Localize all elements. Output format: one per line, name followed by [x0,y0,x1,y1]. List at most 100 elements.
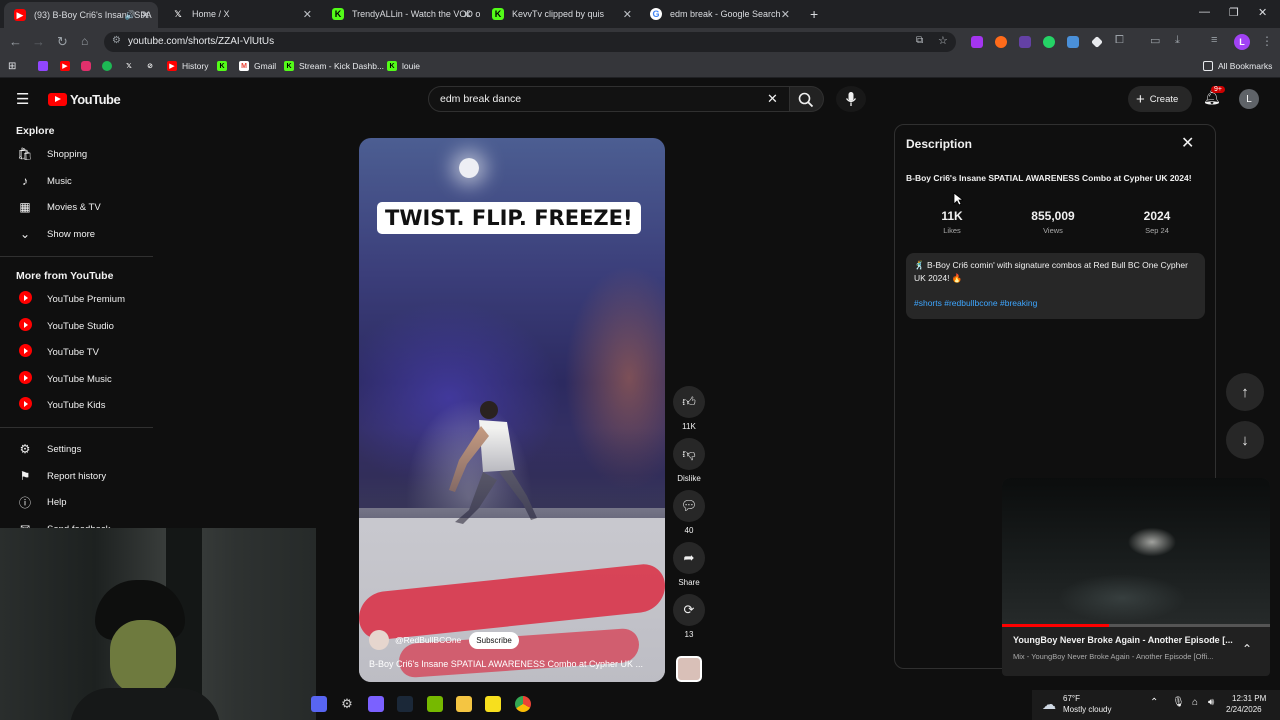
search-button[interactable] [790,86,824,112]
side-panel-icon[interactable]: ▭ [1150,34,1160,47]
mini-player-title[interactable]: YoungBoy Never Broke Again - Another Epi… [1013,635,1237,645]
tab-youtube-short[interactable]: ▶ (93) B-Boy Cri6's Insane SPA 🔊 ✕ [4,2,158,28]
notifications-button[interactable]: 🔔︎ 9+ [1203,86,1225,109]
sidebar-item-report-history[interactable]: ⚑ Report history [0,463,155,489]
close-window-icon[interactable]: ✕ [1258,6,1267,19]
sound-thumbnail[interactable] [676,656,702,682]
extension-icon[interactable] [1043,36,1055,48]
chevron-up-icon[interactable]: ⌃ [1150,697,1158,708]
sidebar-item-music-app[interactable]: YouTube Music [0,366,155,392]
sidebar-item-music[interactable]: ♪ Music [0,168,155,194]
close-tab-icon[interactable]: ✕ [623,8,632,21]
network-icon[interactable]: ⌂ [1192,697,1198,708]
back-icon[interactable]: ← [9,34,22,49]
short-video-player[interactable]: TWIST. FLIP. FREEZE! @RedBullBCOne Subsc… [359,138,665,682]
address-bar[interactable]: ⚙ youtube.com/shorts/ZZAI-VlUtUs ⧉ ☆ [104,32,956,52]
downloads-icon[interactable]: ⤓ [1175,34,1180,47]
sidebar-item-shopping[interactable]: 🛍︎ Shopping [0,141,155,167]
tab-x-home[interactable]: 𝕏 Home / X ✕ [162,0,320,28]
sidebar-item-tv[interactable]: YouTube TV [0,339,155,365]
reading-list-icon[interactable]: ≡ [1211,34,1217,46]
sidebar-item-premium[interactable]: YouTube Premium [0,286,155,312]
bookmark-gmail[interactable]: M Gmail [239,61,276,71]
search-input[interactable]: edm break dance ✕ [428,86,790,112]
extensions-puzzle-icon[interactable]: ⧠ [1115,34,1124,47]
bookmark-twitch[interactable] [38,61,53,71]
tab-kick-vod[interactable]: K TrendyALLin - Watch the VOD o ✕ [322,0,480,28]
create-button[interactable]: + Create [1128,86,1192,112]
extension-icon[interactable] [1067,36,1079,48]
close-tab-icon[interactable]: ✕ [141,9,150,22]
dislike-button[interactable]: 👎︎ Dislike [673,438,705,483]
clear-search-icon[interactable]: ✕ [767,91,778,107]
more-menu-icon[interactable]: ⋮ [1261,34,1273,48]
bookmark-spotify[interactable] [102,61,117,71]
next-short-button[interactable]: ↓ [1226,421,1264,459]
discord-icon[interactable] [311,696,327,712]
sidebar-item-kids[interactable]: YouTube Kids [0,392,155,418]
description-hashtags[interactable]: #shorts #redbullbcone #breaking [914,298,1037,308]
bookmark-youtube[interactable]: ▶ [60,61,75,71]
channel-avatar[interactable] [369,630,389,650]
bookmark-kick-dashboard[interactable]: K Stream - Kick Dashb... [284,61,384,71]
home-icon[interactable]: ⌂ [81,34,88,48]
clock-time[interactable]: 12:31 PM [1232,694,1266,703]
like-button[interactable]: 👍︎ 11K [673,386,705,431]
sidebar-item-studio[interactable]: YouTube Studio [0,313,155,339]
notes-icon[interactable] [485,696,501,712]
subscribe-button[interactable]: Subscribe [469,631,519,649]
gamepad-icon[interactable] [368,696,384,712]
sidebar-item-help[interactable]: ⓘ Help [0,489,155,515]
voice-search-button[interactable] [836,86,866,112]
bookmark-history[interactable]: ▶ History [167,61,208,71]
bookmark-star-icon[interactable]: ☆ [938,34,948,47]
close-tab-icon[interactable]: ✕ [303,8,312,21]
nvidia-icon[interactable] [427,696,443,712]
volume-icon[interactable]: 🔊︎ [1208,697,1214,708]
bookmark-instagram[interactable] [81,61,96,71]
bookmark-x[interactable]: 𝕏 [124,61,139,71]
bookmark-misc[interactable]: ⊘ [145,61,160,71]
chevron-up-icon[interactable]: ⌃ [1242,642,1252,656]
profile-avatar[interactable]: L [1234,34,1250,50]
folder-icon[interactable] [456,696,472,712]
minimize-icon[interactable]: — [1199,6,1210,18]
bookmark-louie[interactable]: Klouie [387,61,420,71]
apps-grid-icon[interactable]: ⊞ [8,61,16,72]
mini-player[interactable]: YoungBoy Never Broke Again - Another Epi… [1002,478,1270,676]
microphone-icon[interactable]: 🎙︎ [1172,697,1185,708]
install-app-icon[interactable]: ⧉ [916,35,923,46]
weather-temp[interactable]: 67°F [1063,694,1080,703]
restore-icon[interactable]: ❐ [1229,6,1239,19]
settings-icon[interactable]: ⚙ [339,696,355,712]
account-avatar[interactable]: L [1239,89,1259,109]
chrome-icon[interactable] [515,696,531,712]
tab-kick-clip[interactable]: K KevvTv clipped by quis ✕ [482,0,640,28]
speaker-icon[interactable]: 🔊 [125,10,136,21]
steam-icon[interactable] [397,696,413,712]
short-title[interactable]: B-Boy Cri6's Insane SPATIAL AWARENESS Co… [369,659,649,669]
mini-player-video[interactable] [1002,478,1270,626]
previous-short-button[interactable]: ↑ [1226,373,1264,411]
all-bookmarks-button[interactable]: All Bookmarks [1203,61,1272,71]
tab-google-search[interactable]: G edm break - Google Search ✕ [640,0,798,28]
clock-date[interactable]: 2/24/2026 [1226,705,1262,714]
extension-icon[interactable] [995,36,1007,48]
comments-button[interactable]: 💬︎ 40 [673,490,705,535]
close-tab-icon[interactable]: ✕ [781,8,790,21]
extension-icon[interactable] [1091,36,1103,48]
site-info-icon[interactable]: ⚙ [112,35,121,46]
sidebar-item-movies[interactable]: ▦ Movies & TV [0,194,155,220]
hamburger-menu-icon[interactable]: ☰ [16,90,29,108]
extension-icon[interactable] [1019,36,1031,48]
new-tab-button[interactable]: + [800,0,824,28]
bookmark-kick[interactable]: K [217,61,232,71]
youtube-logo[interactable]: YouTube [48,92,121,107]
close-tab-icon[interactable]: ✕ [463,8,472,21]
sidebar-item-settings[interactable]: ⚙ Settings [0,436,155,462]
channel-name[interactable]: @RedBullBCOne [395,635,461,645]
weather-desc[interactable]: Mostly cloudy [1063,705,1111,714]
extension-icon[interactable] [971,36,983,48]
close-icon[interactable]: ✕ [1181,133,1194,153]
share-button[interactable]: ➦ Share [673,542,705,587]
